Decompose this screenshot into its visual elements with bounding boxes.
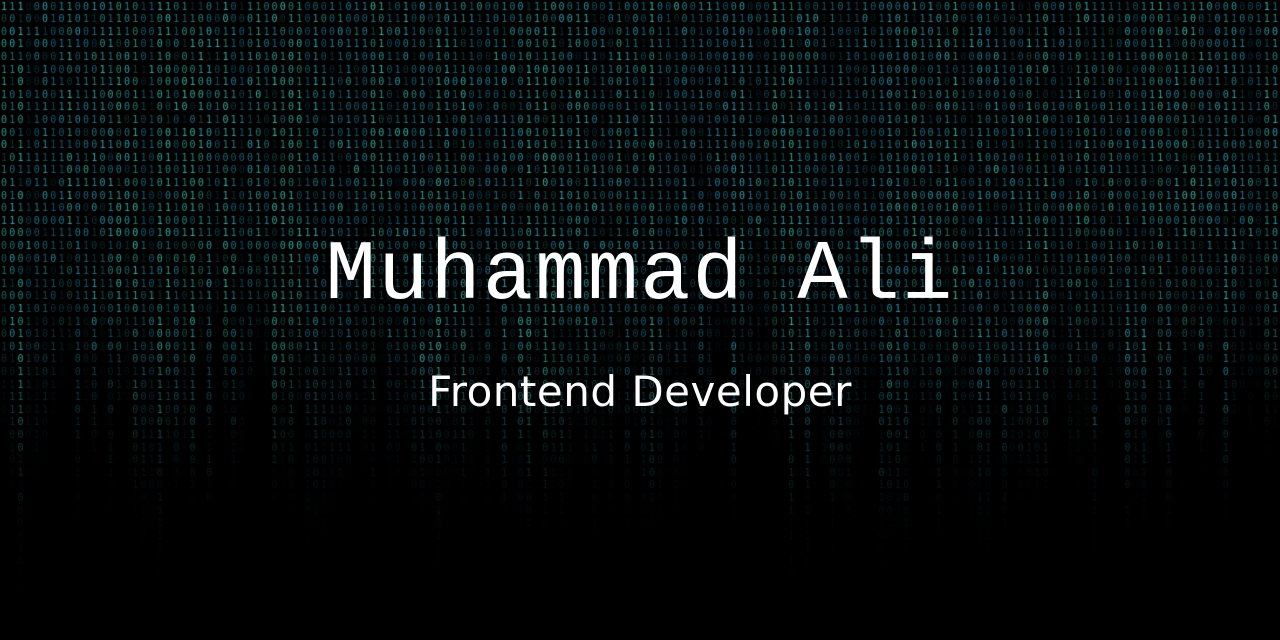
binary-rain-background <box>0 0 1280 640</box>
hero-section: Muhammad Ali Frontend Developer <box>0 0 1280 640</box>
